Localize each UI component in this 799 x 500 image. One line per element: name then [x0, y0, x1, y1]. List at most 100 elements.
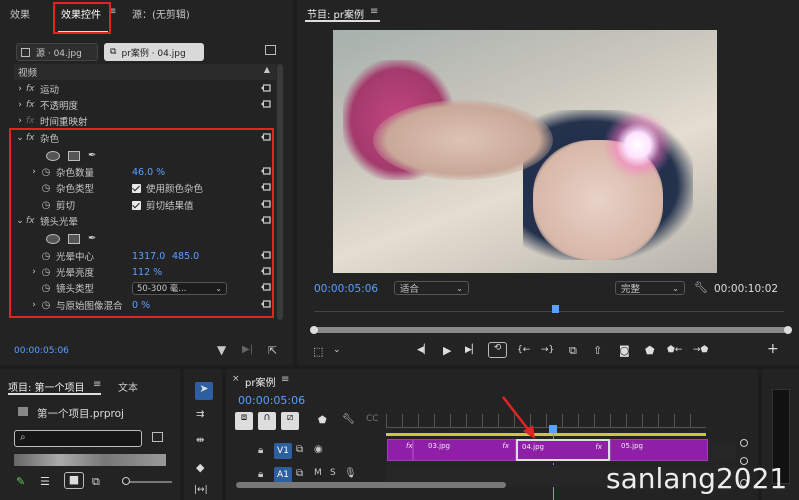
- track-select-tool-icon[interactable]: ⇉: [196, 409, 204, 420]
- play-icon[interactable]: ▶: [443, 344, 451, 357]
- lens-flare: [603, 110, 673, 180]
- project-search-input[interactable]: ⌕: [14, 430, 142, 447]
- project-panel: 项目: 第一个项目 ≡ 文本 第一个项目.prproj ⌕ ✎ ☰ ■ ⧉: [0, 369, 180, 500]
- reset-icon[interactable]: [260, 99, 272, 110]
- zoom-scrollbar[interactable]: [314, 327, 788, 333]
- chevron-down-icon[interactable]: ⌄: [333, 345, 341, 355]
- lock-icon[interactable]: 🔒︎: [258, 469, 263, 480]
- ripple-edit-tool-icon[interactable]: ⇹: [196, 435, 204, 446]
- captions-icon[interactable]: CC: [366, 414, 379, 424]
- wrench-icon[interactable]: 🔧︎: [342, 414, 355, 425]
- extract-icon[interactable]: ⇧: [593, 344, 602, 357]
- mark-in-icon[interactable]: ◀▏: [417, 345, 431, 355]
- marker-icon[interactable]: ⬟: [318, 415, 327, 426]
- program-title[interactable]: 节目: pr案例: [307, 6, 364, 21]
- ec-scrollbar[interactable]: [277, 64, 283, 320]
- collapse-arrow-icon[interactable]: ▲: [264, 65, 270, 74]
- panel-menu-icon[interactable]: ≡: [370, 6, 378, 17]
- timeline-title[interactable]: pr案例: [245, 374, 275, 389]
- tab-source[interactable]: 源：(无剪辑): [132, 6, 190, 21]
- chevron-right-icon[interactable]: ›: [14, 116, 26, 126]
- timeline-vscroll-handle[interactable]: [740, 439, 748, 447]
- close-icon[interactable]: ×: [232, 374, 240, 384]
- linked-selection-icon[interactable]: ∩: [258, 412, 276, 430]
- go-to-out-icon[interactable]: →}: [541, 345, 554, 355]
- source-clip-button[interactable]: 源 · 04.jpg: [16, 43, 98, 61]
- safe-margins-icon[interactable]: ⬚: [313, 345, 323, 358]
- project-title[interactable]: 项目: 第一个项目: [8, 379, 85, 394]
- timeline-ruler[interactable]: [386, 414, 706, 428]
- timeline-tool-buttons: ⧈ ∩ ⧄: [235, 412, 299, 430]
- program-duration: 00:00:10:02: [714, 283, 779, 295]
- snap-icon[interactable]: ⧈: [235, 412, 253, 430]
- fx-icon: fx: [26, 100, 35, 110]
- add-marker-icon[interactable]: ⧄: [281, 412, 299, 430]
- tab-text[interactable]: 文本: [118, 379, 138, 394]
- new-bin-icon[interactable]: [152, 432, 163, 442]
- program-video-frame[interactable]: [333, 30, 717, 273]
- list-view-icon[interactable]: ☰: [40, 475, 50, 488]
- tab-effects[interactable]: 效果: [10, 6, 30, 21]
- timeline-timecode[interactable]: 00:00:05:06: [238, 394, 305, 407]
- effect-row-opacity[interactable]: › fx 不透明度: [14, 97, 276, 113]
- mute-icon[interactable]: M: [314, 468, 322, 478]
- slip-tool-icon[interactable]: |↔|: [194, 485, 208, 495]
- zoom-handle-right[interactable]: [784, 326, 792, 334]
- source-clip-label: 源 · 04.jpg: [36, 48, 82, 59]
- filter-icon[interactable]: ▼: [217, 343, 226, 357]
- go-to-in-icon[interactable]: {←: [517, 345, 530, 355]
- step-forward-icon[interactable]: ▶▏: [465, 345, 479, 355]
- timeline-playhead-head[interactable]: [549, 425, 557, 433]
- toggle-output-icon[interactable]: ⧉: [296, 468, 303, 479]
- project-file-name: 第一个项目.prproj: [37, 408, 124, 420]
- project-file-icon: [18, 407, 28, 416]
- sequence-clip-label: pr案例 · 04.jpg: [121, 48, 186, 59]
- zoom-slider-handle[interactable]: [122, 477, 130, 485]
- sequence-clip-button[interactable]: ⧉ pr案例 · 04.jpg: [104, 43, 204, 61]
- pencil-icon[interactable]: ✎: [16, 475, 25, 488]
- panel-menu-icon[interactable]: ≡: [93, 379, 101, 390]
- search-icon: ⌕: [20, 432, 26, 443]
- wrench-icon[interactable]: 🔧︎: [694, 281, 708, 294]
- program-mini-ruler[interactable]: [314, 304, 784, 312]
- icon-view-icon[interactable]: ■: [64, 472, 84, 489]
- program-playhead[interactable]: [552, 305, 559, 313]
- toggle-output-icon[interactable]: ⧉: [296, 444, 303, 455]
- timeline-clip[interactable]: 05.jpg: [610, 439, 708, 461]
- marker-icon[interactable]: ⬟: [645, 344, 655, 357]
- lock-icon[interactable]: 🔒︎: [258, 445, 263, 456]
- arm-shape: [373, 100, 553, 180]
- freeform-view-icon[interactable]: ⧉: [92, 475, 100, 489]
- selection-tool-icon[interactable]: ➤: [195, 382, 213, 400]
- effect-row-time-remap[interactable]: › fx 时间重映射: [14, 113, 276, 129]
- timeline-hscroll[interactable]: [236, 482, 506, 488]
- work-area-bar[interactable]: [386, 433, 706, 436]
- timeline-clip[interactable]: fx: [387, 439, 413, 461]
- solo-icon[interactable]: S: [330, 468, 336, 478]
- reset-icon[interactable]: [260, 83, 272, 94]
- zoom-handle-left[interactable]: [310, 326, 318, 334]
- eye-icon[interactable]: ◉: [314, 444, 323, 455]
- chevron-right-icon[interactable]: ›: [14, 100, 26, 110]
- razor-tool-icon[interactable]: ◆: [196, 461, 204, 474]
- track-v1-label[interactable]: V1: [274, 443, 292, 459]
- program-current-timecode[interactable]: 00:00:05:06: [314, 283, 378, 295]
- play-audio-icon[interactable]: ▶|: [242, 344, 253, 355]
- track-a1-label[interactable]: A1: [274, 467, 292, 483]
- loop-icon[interactable]: ⟲: [488, 342, 507, 358]
- export-icon[interactable]: ⇱: [268, 344, 277, 357]
- lift-icon[interactable]: ⧉: [569, 344, 577, 358]
- quality-dropdown[interactable]: 完整 ⌄: [615, 281, 685, 295]
- overwrite-icon[interactable]: →⬟: [693, 345, 708, 355]
- chevron-right-icon[interactable]: ›: [14, 84, 26, 94]
- effect-row-motion[interactable]: › fx 运动: [14, 81, 276, 97]
- panel-menu-icon[interactable]: ≡: [281, 374, 289, 385]
- show-timeline-icon[interactable]: [265, 45, 276, 55]
- microphone-icon[interactable]: 🎙︎: [344, 468, 357, 479]
- camera-icon[interactable]: ◙: [619, 344, 630, 357]
- annotation-arrow: [502, 396, 535, 439]
- add-button-icon[interactable]: +: [767, 341, 779, 357]
- fit-dropdown[interactable]: 适合 ⌄: [394, 281, 469, 295]
- insert-icon[interactable]: ⬟←: [667, 345, 682, 355]
- ec-timecode[interactable]: 00:00:05:06: [14, 346, 69, 356]
